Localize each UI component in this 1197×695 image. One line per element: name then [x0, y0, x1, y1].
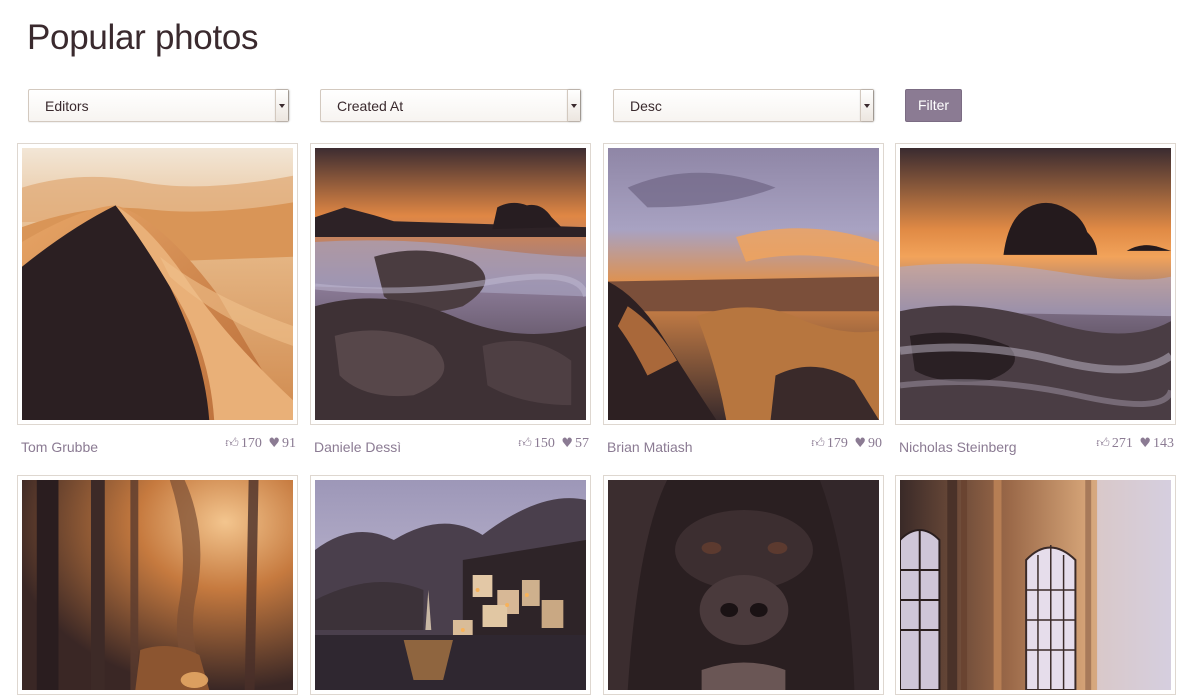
author-link[interactable]: Daniele Dessì [314, 439, 401, 455]
photo-foggy-forest[interactable] [22, 480, 293, 690]
photo-meta: Nicholas Steinberg 👍︎ 271 ♥ 143 [899, 436, 1174, 456]
heart-icon[interactable]: ♥ [561, 436, 573, 451]
filter-bar: Editors Created At Desc Filter [0, 0, 1197, 130]
favorite-count: 91 [282, 436, 296, 451]
photo-frame[interactable] [603, 475, 884, 695]
photo-frame[interactable] [17, 475, 298, 695]
sort-select[interactable]: Created At [320, 89, 581, 122]
photo-image [900, 480, 1171, 690]
photo-image [315, 148, 586, 420]
thumbs-up-icon[interactable]: 👍︎ [811, 436, 825, 451]
author-link[interactable]: Brian Matiash [607, 439, 693, 455]
photo-image [22, 480, 293, 690]
photo-stats: 👍︎ 170 ♥ 91 [225, 436, 296, 452]
photo-frame[interactable] [895, 475, 1176, 695]
favorite-count: 90 [868, 436, 882, 451]
photo-island-waves[interactable] [900, 148, 1171, 420]
photo-gorilla-face[interactable] [608, 480, 879, 690]
chevron-down-icon[interactable] [567, 90, 580, 121]
photo-stats: 👍︎ 179 ♥ 90 [811, 436, 882, 452]
like-count: 179 [826, 436, 848, 451]
photo-frame[interactable] [895, 143, 1176, 425]
photo-canyon-sunset[interactable] [608, 148, 879, 420]
photo-arched-windows[interactable] [900, 480, 1171, 690]
heart-icon[interactable]: ♥ [268, 436, 280, 451]
photo-image [608, 148, 879, 420]
photo-stats: 👍︎ 150 ♥ 57 [518, 436, 589, 452]
photo-rocky-seashore[interactable] [315, 148, 586, 420]
photo-meta: Tom Grubbe 👍︎ 170 ♥ 91 [21, 436, 296, 456]
photo-image [22, 148, 293, 420]
favorite-count: 57 [575, 436, 589, 451]
photo-frame[interactable] [310, 475, 591, 695]
feature-select[interactable]: Editors [28, 89, 289, 122]
photo-image [315, 480, 586, 690]
heart-icon[interactable]: ♥ [1139, 436, 1151, 451]
photo-meta: Daniele Dessì 👍︎ 150 ♥ 57 [314, 436, 589, 456]
photo-desert-dunes[interactable] [22, 148, 293, 420]
photo-stats: 👍︎ 271 ♥ 143 [1096, 436, 1174, 452]
favorite-count: 143 [1153, 436, 1174, 451]
filter-button[interactable]: Filter [905, 89, 962, 122]
heart-icon[interactable]: ♥ [854, 436, 866, 451]
like-count: 170 [240, 436, 262, 451]
author-link[interactable]: Nicholas Steinberg [899, 439, 1017, 455]
photo-image [900, 148, 1171, 420]
sort-select-value: Created At [337, 98, 404, 114]
chevron-down-icon[interactable] [860, 90, 873, 121]
photo-frame[interactable] [17, 143, 298, 425]
feature-select-value: Editors [45, 98, 89, 114]
author-link[interactable]: Tom Grubbe [21, 439, 98, 455]
like-count: 271 [1111, 436, 1133, 451]
chevron-down-icon[interactable] [275, 90, 288, 121]
photo-lakeside-village[interactable] [315, 480, 586, 690]
thumbs-up-icon[interactable]: 👍︎ [1096, 436, 1110, 451]
like-count: 150 [533, 436, 555, 451]
photo-meta: Brian Matiash 👍︎ 179 ♥ 90 [607, 436, 882, 456]
direction-select[interactable]: Desc [613, 89, 874, 122]
photo-image [608, 480, 879, 690]
direction-select-value: Desc [630, 98, 662, 114]
thumbs-up-icon[interactable]: 👍︎ [225, 436, 239, 451]
photo-frame[interactable] [603, 143, 884, 425]
thumbs-up-icon[interactable]: 👍︎ [518, 436, 532, 451]
photo-frame[interactable] [310, 143, 591, 425]
